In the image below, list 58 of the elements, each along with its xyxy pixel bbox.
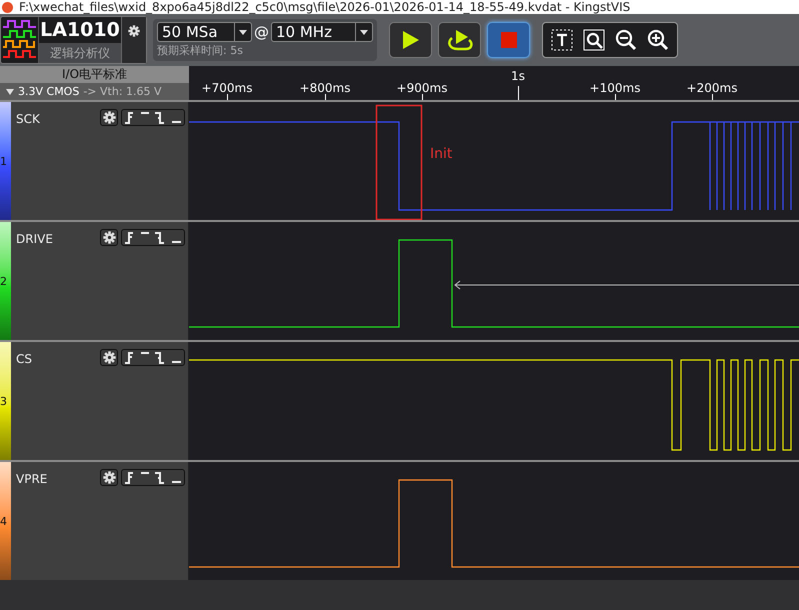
channel-number: 1 <box>0 102 11 220</box>
device-model: LA1010 <box>39 18 121 43</box>
channel-name: VPRE <box>16 471 48 486</box>
channel-name: CS <box>16 351 33 366</box>
stop-icon <box>500 32 516 48</box>
loop-button[interactable] <box>438 22 481 58</box>
time-tick-label: +200ms <box>686 81 738 95</box>
dropdown-caret-icon <box>239 30 247 34</box>
dropdown-caret-icon <box>360 30 368 34</box>
at-sign: @ <box>254 23 269 41</box>
channel-number: 4 <box>0 462 11 580</box>
channel-settings-button[interactable] <box>100 109 118 126</box>
channel-number: 2 <box>0 222 11 340</box>
zoom-out-icon <box>615 29 637 51</box>
sample-depth-dropdown[interactable]: 50 MSa <box>157 22 252 42</box>
zoom-out-tool-button[interactable] <box>613 27 639 53</box>
channel-settings-button[interactable] <box>100 349 118 366</box>
trigger-edges-icon <box>124 351 182 364</box>
zoom-in-tool-button[interactable] <box>645 27 671 53</box>
settings-icon <box>102 111 116 124</box>
channel-settings-button[interactable] <box>100 469 118 486</box>
time-tick-label: +900ms <box>396 81 448 95</box>
device-settings-button[interactable] <box>121 17 146 63</box>
text-tool-button[interactable] <box>549 27 575 53</box>
play-icon <box>402 30 420 50</box>
trigger-edges-icon <box>124 471 182 484</box>
zoom-fit-tool-button[interactable] <box>581 27 607 53</box>
channel-settings-button[interactable] <box>100 229 118 246</box>
settings-icon <box>102 471 116 484</box>
start-button[interactable] <box>389 22 432 58</box>
trigger-button[interactable] <box>121 109 185 126</box>
sample-rate-dropdown[interactable]: 10 MHz <box>271 22 373 42</box>
sample-time-label: 预期采样时间: 5s <box>157 43 244 58</box>
channel-name: DRIVE <box>16 231 54 246</box>
trigger-button[interactable] <box>121 229 185 246</box>
io-standard-dropdown[interactable]: 3.3V CMOS -> Vth: 1.65 V <box>0 83 189 100</box>
text-select-icon <box>551 29 573 51</box>
zoom-fit-icon <box>583 29 605 51</box>
zoom-in-icon <box>647 29 669 51</box>
settings-icon <box>102 231 116 244</box>
trigger-button[interactable] <box>121 349 185 366</box>
settings-icon <box>102 351 116 364</box>
io-standard-title: I/O电平标准 <box>0 66 189 83</box>
trigger-edges-icon <box>124 231 182 244</box>
trigger-button[interactable] <box>121 469 185 486</box>
channel-number: 3 <box>0 342 11 460</box>
loop-play-icon <box>446 28 474 52</box>
dropdown-caret-icon <box>6 88 14 94</box>
time-tick-label: 1s <box>511 69 525 83</box>
window-title: F:\xwechat_files\wxid_8xpo6a45j8dl22_c5c0\msg\file\2026-01\2026-01-14_18-55-49.kvdat - KingstVIS <box>19 0 630 14</box>
time-tick-label: +700ms <box>202 81 252 95</box>
channel-name: SCK <box>16 111 41 126</box>
annotation-label: Init <box>430 146 452 162</box>
trigger-edges-icon <box>124 111 182 124</box>
app-icon <box>2 2 13 13</box>
time-tick-label: +800ms <box>300 81 350 95</box>
time-tick-label: +100ms <box>590 81 640 95</box>
device-subtitle: 逻辑分析仪 <box>39 43 121 63</box>
